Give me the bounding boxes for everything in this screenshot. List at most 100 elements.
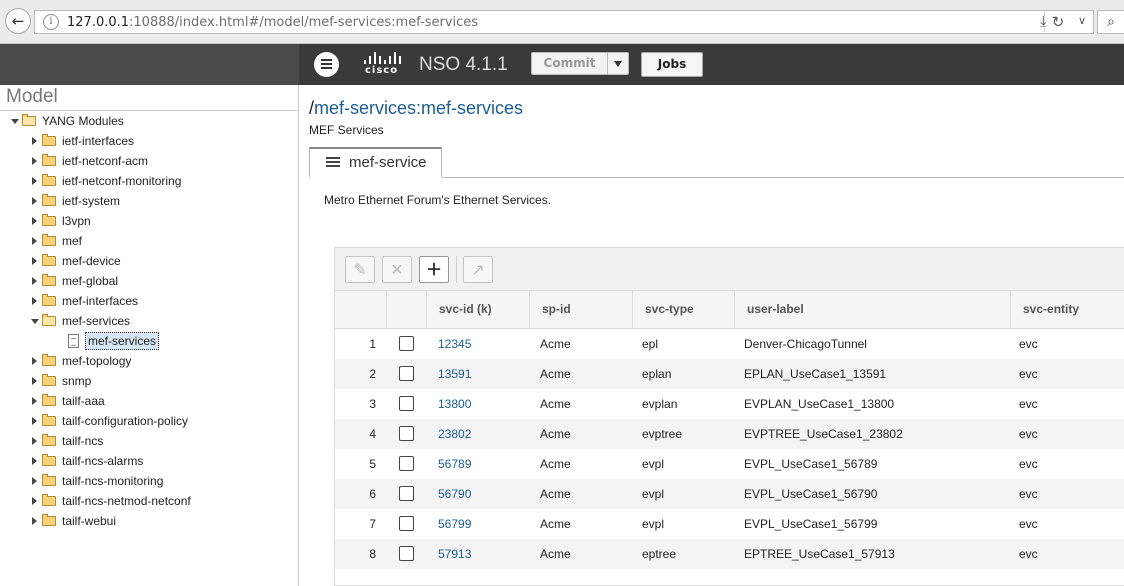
download-icon[interactable]: ⤓ <box>1040 12 1047 30</box>
page-subtitle: MEF Services <box>309 123 384 137</box>
expand-icon[interactable] <box>32 477 37 485</box>
folder-icon <box>42 294 56 306</box>
chevron-down-icon[interactable]: ∨ <box>1078 14 1086 27</box>
expand-icon[interactable] <box>32 177 37 185</box>
sp-id-cell: Acme <box>540 367 571 381</box>
selected-tree-label[interactable]: mef-services <box>85 332 160 350</box>
jobs-button[interactable]: Jobs <box>641 52 703 77</box>
folder-icon <box>42 434 56 446</box>
table-row[interactable]: 4 23802 Acme evptree EVPTREE_UseCase1_23… <box>335 419 1124 449</box>
table-row[interactable]: 6 56790 Acme evpl EVPL_UseCase1_56790 ev… <box>335 479 1124 509</box>
table-row[interactable]: 2 13591 Acme eplan EPLAN_UseCase1_13591 … <box>335 359 1124 389</box>
svc-entity-cell: evc <box>1019 487 1038 501</box>
search-icon[interactable]: ⌕ <box>1097 10 1124 34</box>
table-row[interactable]: 3 13800 Acme evplan EVPLAN_UseCase1_1380… <box>335 389 1124 419</box>
svc-id-link[interactable]: 56790 <box>438 487 471 501</box>
row-checkbox[interactable] <box>399 366 414 381</box>
row-checkbox[interactable] <box>399 336 414 351</box>
expand-icon[interactable] <box>32 237 37 245</box>
expand-icon[interactable] <box>32 217 37 225</box>
svc-entity-cell: evc <box>1019 397 1038 411</box>
folder-icon <box>42 474 56 486</box>
expand-icon[interactable] <box>32 517 37 525</box>
edit-button[interactable]: ✎ <box>345 256 375 283</box>
svc-id-link[interactable]: 57913 <box>438 547 471 561</box>
expand-icon[interactable] <box>32 437 37 445</box>
expand-open-icon[interactable] <box>31 319 39 324</box>
expand-open-icon[interactable] <box>11 119 19 124</box>
address-bar[interactable]: i 127.0.0.1:10888/index.html#/model/mef-… <box>34 10 1094 34</box>
svc-type-cell: evptree <box>642 427 683 441</box>
svc-entity-cell: evc <box>1019 547 1038 561</box>
svc-entity-cell: evc <box>1019 367 1038 381</box>
svc-id-link[interactable]: 56789 <box>438 457 471 471</box>
tab-label: mef-service <box>349 154 427 171</box>
url-path: :10888/index.html#/model/mef-services:me… <box>129 15 479 30</box>
row-number: 8 <box>369 547 376 561</box>
row-checkbox[interactable] <box>399 486 414 501</box>
tree-label: mef-interfaces <box>62 294 139 308</box>
close-icon: ✕ <box>390 260 404 279</box>
url-text: 127.0.0.1:10888/index.html#/model/mef-se… <box>67 15 478 30</box>
breadcrumb: /mef-services:mef-services <box>309 98 523 119</box>
expand-icon[interactable] <box>32 277 37 285</box>
tree-label: tailf-ncs-alarms <box>62 454 144 468</box>
folder-icon <box>42 454 56 466</box>
expand-icon[interactable] <box>32 137 37 145</box>
sp-id-cell: Acme <box>540 457 571 471</box>
breadcrumb-path-link[interactable]: mef-services:mef-services <box>314 98 523 118</box>
column-header-sp-id[interactable]: sp-id <box>529 291 632 328</box>
svc-id-link[interactable]: 12345 <box>438 337 471 351</box>
expand-icon[interactable] <box>32 397 37 405</box>
column-header-svc-entity[interactable]: svc-entity <box>1010 291 1124 328</box>
svc-id-link[interactable]: 56799 <box>438 517 471 531</box>
user-label-cell: EVPL_UseCase1_56790 <box>744 487 878 501</box>
expand-icon[interactable] <box>32 297 37 305</box>
tree-label: YANG Modules <box>42 114 124 128</box>
commit-dropdown-icon[interactable] <box>607 52 629 75</box>
row-checkbox[interactable] <box>399 426 414 441</box>
expand-icon[interactable] <box>32 257 37 265</box>
commit-button[interactable]: Commit <box>531 52 608 75</box>
list-icon <box>326 157 340 168</box>
info-icon[interactable]: i <box>43 14 59 30</box>
tab-mef-service[interactable]: mef-service <box>309 147 442 178</box>
sp-id-cell: Acme <box>540 487 571 501</box>
expand-icon[interactable] <box>32 197 37 205</box>
folder-icon <box>42 154 56 166</box>
svc-id-link[interactable]: 13591 <box>438 367 471 381</box>
divider <box>0 110 298 111</box>
expand-icon[interactable] <box>32 377 37 385</box>
expand-icon[interactable] <box>32 497 37 505</box>
column-header-svc-id[interactable]: svc-id (k) <box>426 291 529 328</box>
menu-icon[interactable] <box>314 52 339 77</box>
browser-toolbar: ← i 127.0.0.1:10888/index.html#/model/me… <box>0 0 1124 44</box>
column-header-user-label[interactable]: user-label <box>734 291 1010 328</box>
svc-id-link[interactable]: 23802 <box>438 427 471 441</box>
row-checkbox[interactable] <box>399 516 414 531</box>
tree-label: ietf-system <box>62 194 121 208</box>
table-row[interactable]: 8 57913 Acme eptree EPTREE_UseCase1_5791… <box>335 539 1124 569</box>
row-number: 2 <box>369 367 376 381</box>
open-in-new-button[interactable]: ↗ <box>463 256 493 283</box>
expand-icon[interactable] <box>32 157 37 165</box>
add-button[interactable]: ＋ <box>419 256 449 283</box>
table-row[interactable]: 5 56789 Acme evpl EVPL_UseCase1_56789 ev… <box>335 449 1124 479</box>
column-header-svc-type[interactable]: svc-type <box>632 291 734 328</box>
row-number: 4 <box>369 427 376 441</box>
expand-icon[interactable] <box>32 357 37 365</box>
delete-button[interactable]: ✕ <box>382 256 412 283</box>
row-checkbox[interactable] <box>399 456 414 471</box>
back-arrow-icon[interactable]: ← <box>5 8 31 34</box>
row-checkbox[interactable] <box>399 546 414 561</box>
sp-id-cell: Acme <box>540 337 571 351</box>
folder-icon <box>42 254 56 266</box>
table-row[interactable]: 7 56799 Acme evpl EVPL_UseCase1_56799 ev… <box>335 509 1124 539</box>
reload-icon[interactable]: ↻ <box>1044 12 1071 32</box>
expand-icon[interactable] <box>32 457 37 465</box>
table-row[interactable]: 1 12345 Acme epl Denver-ChicagoTunnel ev… <box>335 329 1124 359</box>
services-table: ✎ ✕ ＋ ↗ svc-id (k) sp-id svc-type user-l… <box>334 247 1124 586</box>
svc-id-link[interactable]: 13800 <box>438 397 471 411</box>
row-checkbox[interactable] <box>399 396 414 411</box>
expand-icon[interactable] <box>32 417 37 425</box>
